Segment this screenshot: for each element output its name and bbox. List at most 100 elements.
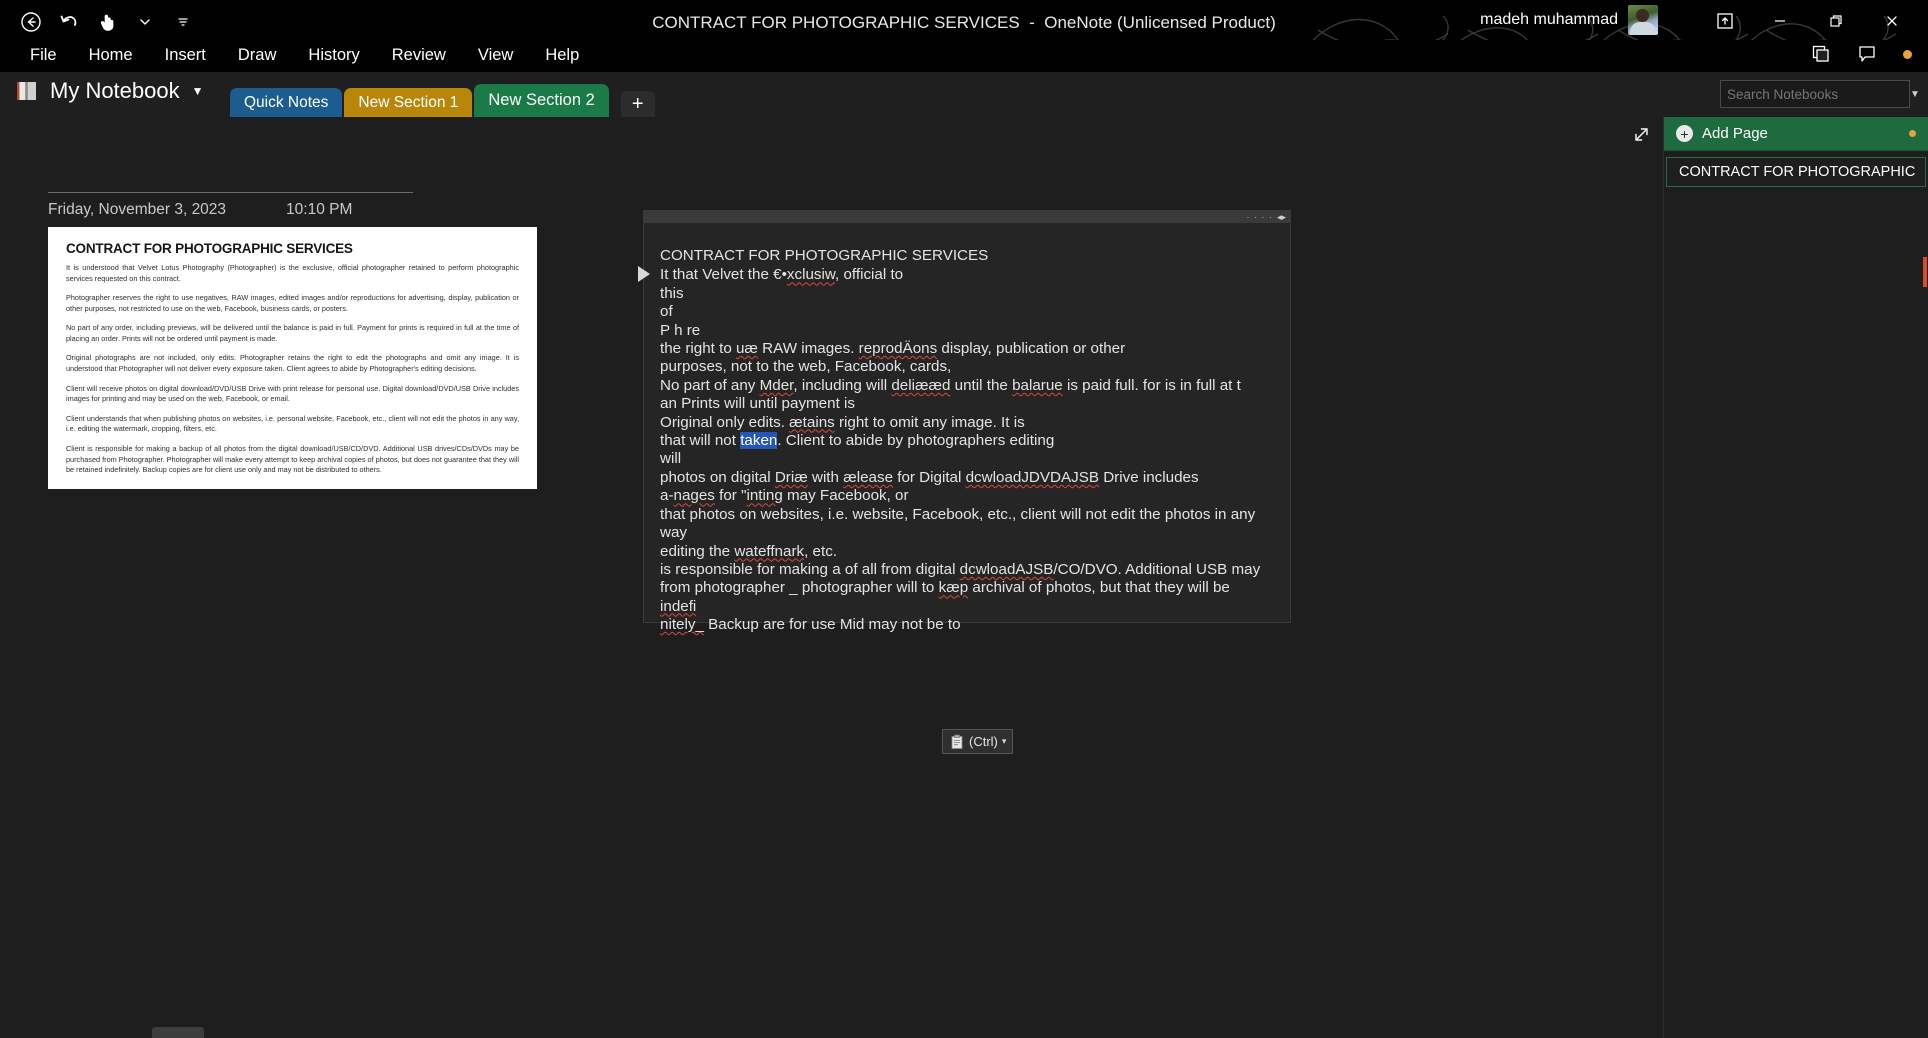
ocr-text-run: photos on digital [660, 468, 775, 486]
document-heading: CONTRACT FOR PHOTOGRAPHIC SERVICES [66, 241, 353, 256]
account-name: madeh muhammad [1480, 11, 1618, 28]
ocr-text-run: is responsible for making a of all from … [660, 560, 960, 578]
note-handle-dots: · · · · [1246, 211, 1273, 222]
page-title-area[interactable]: Friday, November 3, 2023 10:10 PM [48, 192, 418, 219]
ocr-text-run: . Client to abide by photographers editi… [777, 432, 1055, 450]
scanned-contract-image[interactable]: CONTRACT FOR PHOTOGRAPHIC SERVICES It is… [48, 227, 537, 489]
ocr-line[interactable]: the right to uæ RAW images. reprodÄons d… [660, 340, 1276, 358]
add-page-button[interactable]: + Add Page [1664, 117, 1928, 151]
spelling-error-text: deliææd [891, 376, 951, 394]
ocr-text-run: Drive includes [1098, 468, 1199, 486]
ocr-line[interactable]: a-nages for "inting may Facebook, or [660, 487, 1276, 505]
ocr-line[interactable]: It that Velvet the €•xclusiw, official t… [660, 266, 1276, 284]
note-drag-handle[interactable]: · · · · ◂▸ [644, 211, 1290, 223]
ocr-line[interactable]: that photos on websites, i.e. website, F… [660, 506, 1276, 543]
page-datetime: Friday, November 3, 2023 10:10 PM [48, 193, 418, 219]
ocr-line[interactable]: No part of any Mder, including will deli… [660, 377, 1276, 395]
paste-options-caret-icon[interactable]: ▾ [1002, 736, 1007, 747]
clipboard-icon [949, 734, 965, 750]
close-button[interactable] [1864, 4, 1920, 38]
search-notebooks-box[interactable]: ▼ [1720, 80, 1920, 108]
ocr-line[interactable]: Original only edits. ætains right to omi… [660, 414, 1276, 432]
ocr-line[interactable]: CONTRACT FOR PHOTOGRAPHIC SERVICES [660, 247, 1276, 265]
page-date[interactable]: Friday, November 3, 2023 [48, 201, 226, 219]
spelling-error-text: Mder [759, 376, 794, 394]
page-canvas[interactable]: Friday, November 3, 2023 10:10 PM CONTRA… [0, 117, 1663, 1038]
spelling-error-text: dcwloadJDVDAJSB [965, 468, 1099, 486]
ocr-line[interactable]: photos on digital Driæ with ælease for D… [660, 469, 1276, 487]
ocr-text-run: this [660, 284, 684, 302]
share-button[interactable] [1811, 44, 1831, 64]
ocr-text-run: editing the [660, 542, 735, 560]
search-caret-icon[interactable]: ▼ [1910, 89, 1920, 100]
ocr-line[interactable]: that will not taken. Client to abide by … [660, 432, 1276, 450]
restore-icon [1830, 15, 1842, 27]
notebook-caret-icon[interactable]: ▼ [192, 84, 204, 98]
ocr-line[interactable]: will [660, 450, 1276, 468]
note-resize-arrows-icon[interactable]: ◂▸ [1277, 212, 1286, 223]
vertical-scroll-indicator[interactable] [1923, 257, 1927, 287]
ocr-text-run: will [660, 450, 682, 468]
notebook-icon [14, 78, 40, 104]
menu-item-history[interactable]: History [292, 42, 375, 69]
comments-button[interactable] [1857, 44, 1877, 64]
horizontal-scroll-nub[interactable] [152, 1027, 204, 1038]
ocr-line[interactable]: from photographer _ photographer will to… [660, 579, 1276, 597]
minimize-button[interactable] [1752, 4, 1808, 38]
ocr-text-run: with [807, 468, 844, 486]
notebook-selector[interactable]: My Notebook ▼ [14, 78, 204, 104]
spelling-error-text: inting [746, 487, 783, 505]
minimize-icon [1775, 20, 1785, 22]
ocr-line[interactable]: editing the wateffnark, etc. [660, 543, 1276, 561]
account-area[interactable]: madeh muhammad [1480, 5, 1658, 35]
ocr-line[interactable]: of [660, 303, 1276, 321]
ocr-line[interactable]: indefi [660, 598, 1276, 616]
search-input[interactable] [1727, 86, 1904, 102]
ocr-note-body[interactable]: CONTRACT FOR PHOTOGRAPHIC SERVICES It tha… [638, 223, 1290, 645]
spelling-error-text: indefi [660, 597, 697, 615]
menu-item-review[interactable]: Review [376, 42, 462, 69]
section-tab-new-section-1[interactable]: New Section 1 [344, 88, 473, 117]
ocr-text-lines[interactable]: CONTRACT FOR PHOTOGRAPHIC SERVICES It tha… [660, 247, 1276, 635]
ocr-text-run: /CO/DVO. Additional USB may [1053, 560, 1261, 578]
menu-item-file[interactable]: File [14, 42, 73, 69]
ocr-line[interactable]: is responsible for making a of all from … [660, 561, 1276, 579]
ribbon-display-icon [1717, 13, 1733, 29]
spelling-error-text: uæ [735, 340, 758, 358]
status-indicator-dot [1903, 49, 1912, 59]
window-controls [1698, 4, 1920, 38]
expand-page-button[interactable] [1631, 125, 1651, 150]
avatar[interactable] [1628, 5, 1658, 35]
paragraph-handle-icon[interactable] [638, 266, 650, 282]
page-list-item[interactable]: CONTRACT FOR PHOTOGRAPHIC [1666, 157, 1926, 187]
menu-item-view[interactable]: View [462, 42, 529, 69]
menu-item-home[interactable]: Home [73, 42, 149, 69]
document-paragraph: Client will receive photos on digital do… [66, 383, 519, 404]
page-time[interactable]: 10:10 PM [286, 201, 352, 219]
page-list-pane: + Add Page CONTRACT FOR PHOTOGRAPHIC [1663, 117, 1928, 1038]
ocr-line[interactable]: purposes, not to the web, Facebook, card… [660, 358, 1276, 376]
section-tab-quick-notes[interactable]: Quick Notes [230, 88, 343, 117]
selected-text: taken [740, 432, 778, 450]
menu-item-draw[interactable]: Draw [222, 42, 293, 69]
section-tab-new-section-2[interactable]: New Section 2 [474, 84, 609, 117]
diagonal-expand-arrow-icon [1635, 128, 1648, 141]
add-section-button[interactable]: + [620, 91, 655, 117]
ocr-line[interactable]: nitely_ Backup are for use Mid may not b… [660, 616, 1276, 634]
ocr-line[interactable]: P h re [660, 322, 1276, 340]
menu-item-help[interactable]: Help [529, 42, 595, 69]
spelling-error-text: wateffnark [734, 542, 805, 560]
spelling-error-text: dcwloadAJSB [959, 560, 1054, 578]
document-paragraph: No part of any order, including previews… [66, 323, 519, 343]
ocr-line[interactable]: an Prints will until payment is [660, 395, 1276, 413]
ribbon-display-options-button[interactable] [1698, 4, 1752, 38]
page-pane-status-dot [1909, 130, 1916, 137]
restore-button[interactable] [1808, 4, 1864, 38]
spelling-error-text: ælease [843, 468, 894, 486]
menu-item-insert[interactable]: Insert [149, 42, 222, 69]
ocr-text-run: No part of any [660, 376, 760, 394]
ocr-line[interactable]: this [660, 285, 1276, 303]
ocr-text-note-container[interactable]: · · · · ◂▸ CONTRACT FOR PHOTOGRAPHIC SER… [638, 210, 1291, 633]
page-list-item-title: CONTRACT FOR PHOTOGRAPHIC [1679, 164, 1916, 180]
paste-options-button[interactable]: (Ctrl) ▾ [942, 729, 1014, 754]
